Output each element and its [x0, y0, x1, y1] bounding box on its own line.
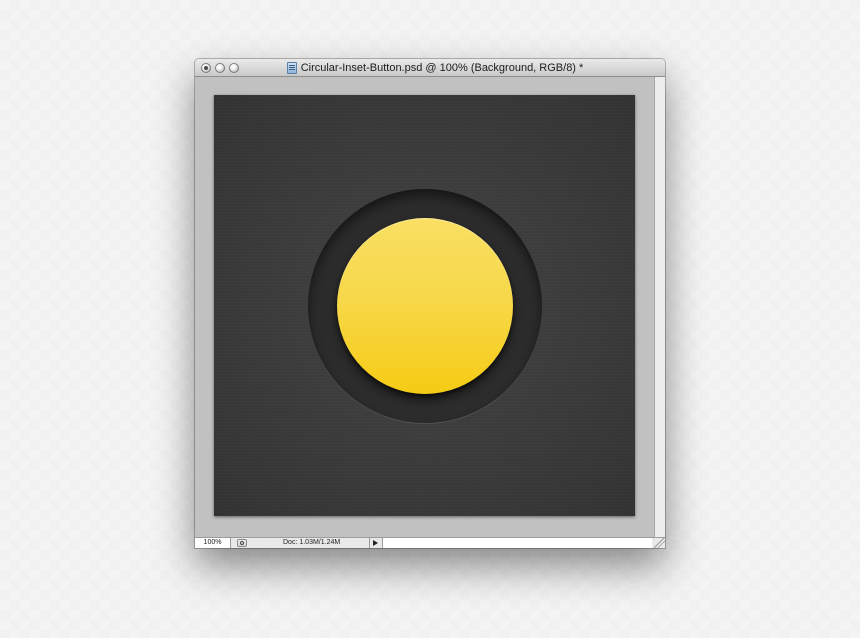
document-window: Circular-Inset-Button.psd @ 100% (Backgr… — [195, 59, 665, 548]
psd-document-icon — [286, 62, 297, 74]
title-wrap: Circular-Inset-Button.psd @ 100% (Backgr… — [195, 59, 665, 77]
zoom-level-field[interactable]: 100% — [195, 538, 231, 548]
window-title: Circular-Inset-Button.psd @ 100% (Backgr… — [300, 62, 584, 74]
yellow-circle-button[interactable] — [337, 218, 513, 394]
resize-grip-icon[interactable] — [654, 538, 665, 548]
document-size-info: Doc: 1.03M/1.24M — [253, 538, 370, 548]
document-area[interactable] — [195, 77, 654, 537]
status-bar: 100% Doc: 1.03M/1.24M — [195, 537, 665, 548]
horizontal-scrollbar[interactable] — [382, 538, 652, 548]
inset-ring — [308, 189, 542, 423]
navigator-icon[interactable] — [237, 539, 247, 547]
title-bar[interactable]: Circular-Inset-Button.psd @ 100% (Backgr… — [195, 59, 665, 77]
vertical-scrollbar[interactable] — [654, 77, 665, 537]
artboard-canvas[interactable] — [214, 95, 635, 516]
triangle-right-icon[interactable] — [373, 540, 378, 546]
